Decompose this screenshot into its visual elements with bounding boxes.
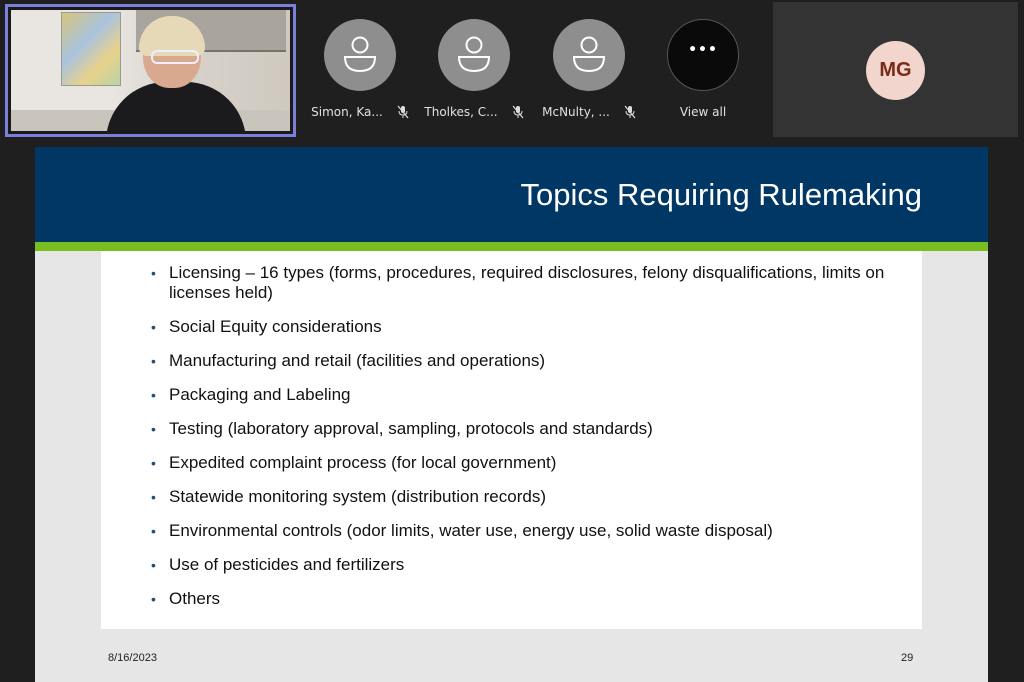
bullet-icon: • <box>151 421 156 437</box>
bullet-item: • Licensing – 16 types (forms, procedures… <box>149 263 909 303</box>
bullet-item: • Expedited complaint process (for local … <box>149 453 909 473</box>
participant-name: McNulty, ... <box>542 105 610 119</box>
slide-title: Topics Requiring Rulemaking <box>520 177 922 212</box>
bullet-list: • Licensing – 16 types (forms, procedures… <box>149 263 909 623</box>
participant-avatar <box>438 19 510 91</box>
more-icon: ••• <box>667 19 739 91</box>
bullet-text: Others <box>169 589 221 608</box>
bullet-icon: • <box>151 523 156 539</box>
view-all-button[interactable]: ••• View all <box>653 19 753 120</box>
person-icon <box>457 36 491 73</box>
participant-tile[interactable]: Simon, Ka... <box>310 19 410 120</box>
accent-stripe <box>35 242 988 251</box>
bullet-text: Expedited complaint process (for local g… <box>169 453 557 472</box>
participant-tile[interactable]: McNulty, ... <box>539 19 639 120</box>
slide-date: 8/16/2023 <box>108 652 157 664</box>
bullet-icon: • <box>151 319 156 335</box>
bullet-icon: • <box>151 591 156 607</box>
microphone-muted-icon <box>624 105 636 119</box>
self-video-tile[interactable] <box>5 4 296 137</box>
bullet-text: Licensing – 16 types (forms, procedures,… <box>169 263 885 302</box>
initials-avatar: MG <box>866 41 925 100</box>
bullet-text: Packaging and Labeling <box>169 385 351 404</box>
person-icon <box>343 36 377 73</box>
shared-slide: Topics Requiring Rulemaking • Licensing –… <box>35 147 988 682</box>
person-icon <box>572 36 606 73</box>
bullet-text: Environmental controls (odor limits, wat… <box>169 521 773 540</box>
microphone-muted-icon <box>397 105 409 119</box>
speaker-body <box>106 82 246 131</box>
participant-name: Tholkes, C... <box>424 105 498 119</box>
slide-content: • Licensing – 16 types (forms, procedures… <box>101 251 922 629</box>
bullet-icon: • <box>151 489 156 505</box>
bullet-icon: • <box>151 353 156 369</box>
participant-name: Simon, Ka... <box>311 105 383 119</box>
bullet-text: Testing (laboratory approval, sampling, … <box>169 419 653 438</box>
participant-tile-mg[interactable]: MG <box>773 2 1018 137</box>
bullet-text: Statewide monitoring system (distributio… <box>169 487 546 506</box>
bullet-item: • Manufacturing and retail (facilities an… <box>149 351 909 371</box>
bullet-text: Use of pesticides and fertilizers <box>169 555 405 574</box>
participant-avatar <box>553 19 625 91</box>
slide-page-number: 29 <box>901 652 914 664</box>
wall-map <box>61 12 121 86</box>
bullet-item: • Environmental controls (odor limits, wa… <box>149 521 909 541</box>
speaker-glasses <box>151 50 199 64</box>
participant-tile[interactable]: Tholkes, C... <box>424 19 524 120</box>
bullet-icon: • <box>151 557 156 573</box>
bullet-text: Manufacturing and retail (facilities and… <box>169 351 546 370</box>
bullet-text: Social Equity considerations <box>169 317 382 336</box>
slide-header: Topics Requiring Rulemaking <box>35 147 988 242</box>
bullet-item: • Statewide monitoring system (distributi… <box>149 487 909 507</box>
bullet-item: • Testing (laboratory approval, sampling,… <box>149 419 909 439</box>
bullet-icon: • <box>151 455 156 471</box>
bullet-item: • Others <box>149 589 909 609</box>
participant-avatar <box>324 19 396 91</box>
view-all-label: View all <box>679 105 727 119</box>
video-feed <box>11 10 290 131</box>
microphone-muted-icon <box>512 105 524 119</box>
bullet-item: • Social Equity considerations <box>149 317 909 337</box>
bullet-icon: • <box>151 265 156 281</box>
bullet-item: • Use of pesticides and fertilizers <box>149 555 909 575</box>
bullet-item: • Packaging and Labeling <box>149 385 909 405</box>
bullet-icon: • <box>151 387 156 403</box>
